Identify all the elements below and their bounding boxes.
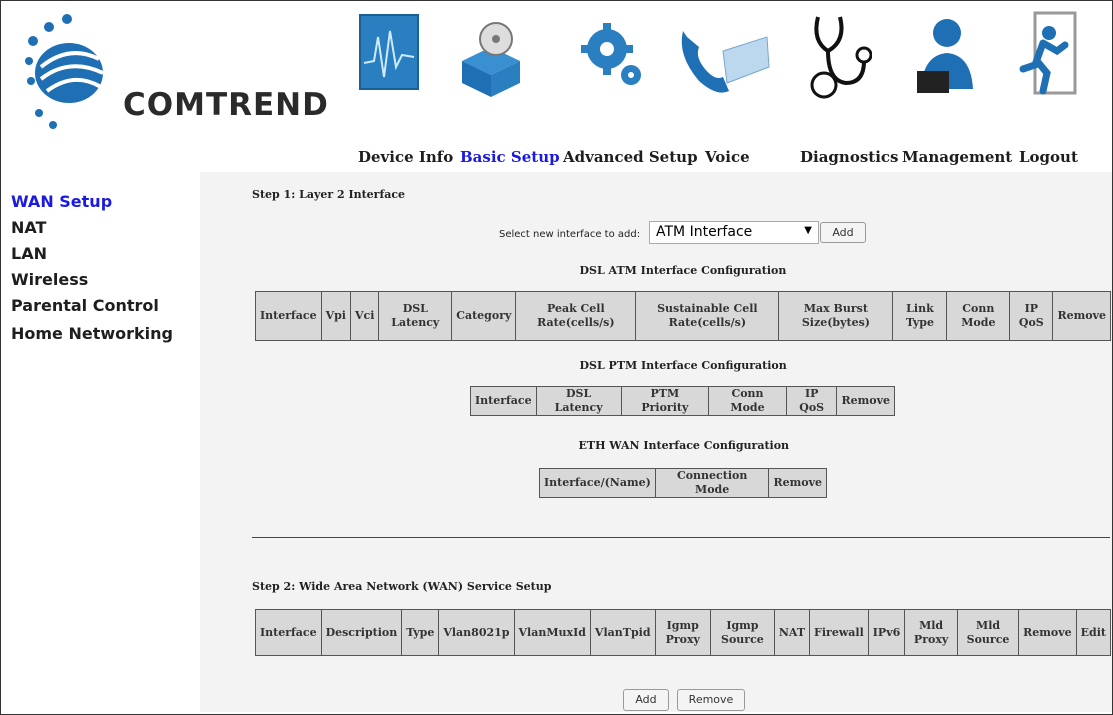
column-header: Firewall <box>809 609 869 656</box>
column-header: Interface <box>470 386 537 416</box>
column-header: DSL Latency <box>535 386 622 416</box>
nav-diagnostics[interactable]: Diagnostics <box>800 148 898 166</box>
column-header: IP QoS <box>1009 291 1054 341</box>
column-header: Vlan8021p <box>438 609 515 656</box>
management-icon[interactable] <box>913 11 979 119</box>
nav-basic-setup[interactable]: Basic Setup <box>460 148 560 166</box>
column-header: Interface <box>255 609 322 656</box>
column-header: Category <box>451 291 517 341</box>
table-header-row: Interface Vpi Vci DSL Latency Category Peak C… <box>255 291 1111 341</box>
column-header: VlanTpid <box>589 609 656 656</box>
diagnostics-icon[interactable] <box>806 11 872 119</box>
nav-voice[interactable]: Voice <box>705 148 750 166</box>
column-header: NAT <box>773 609 811 656</box>
column-header: Connection Mode <box>654 468 770 498</box>
sidebar: WAN Setup NAT LAN Wireless Parental Cont… <box>1 172 191 712</box>
nav-logout[interactable]: Logout <box>1019 148 1078 166</box>
comtrend-logo-icon <box>25 14 104 129</box>
atm-section-title: DSL ATM Interface Configuration <box>579 264 787 277</box>
column-header: Remove <box>1018 609 1077 656</box>
table-header-row: Interface Description Type Vlan8021p VlanMux… <box>255 609 1112 656</box>
column-header: Remove <box>836 386 895 416</box>
column-header: IPv6 <box>867 609 906 656</box>
column-header: Conn Mode <box>708 386 787 416</box>
column-header: Max Burst Size(bytes) <box>778 291 894 341</box>
select-interface-label: Select new interface to add: <box>499 229 641 240</box>
main-content: Step 1: Layer 2 Interface Select new int… <box>200 172 1112 712</box>
logout-icon[interactable] <box>1013 11 1079 119</box>
interface-type-value: ATM Interface <box>656 224 753 240</box>
column-header: PTM Priority <box>620 386 710 416</box>
column-header: Mld Source <box>956 609 1020 656</box>
column-header: Interface/(Name) <box>539 468 656 498</box>
eth-interface-table: Interface/(Name) Connection Mode Remove <box>539 468 827 498</box>
remove-wan-service-button[interactable]: Remove <box>677 689 745 711</box>
table-header-row: Interface DSL Latency PTM Priority Conn Mod… <box>470 386 895 416</box>
column-header: Description <box>320 609 403 656</box>
column-header: Interface <box>255 291 322 341</box>
sidebar-item-wireless[interactable]: Wireless <box>11 270 88 289</box>
sidebar-item-lan[interactable]: LAN <box>11 244 47 263</box>
sidebar-item-nat[interactable]: NAT <box>11 218 46 237</box>
column-header: IP QoS <box>785 386 838 416</box>
column-header: Type <box>401 609 440 656</box>
nav-device-info[interactable]: Device Info <box>358 148 453 166</box>
column-header: Edit <box>1075 609 1112 656</box>
column-header: Igmp Proxy <box>654 609 711 656</box>
device-info-icon[interactable] <box>356 11 422 119</box>
sidebar-item-parental-control[interactable]: Parental Control <box>11 296 159 315</box>
interface-type-select[interactable]: ATM Interface ▼ <box>649 221 819 244</box>
main-nav: Device Info Basic Setup Advanced Setup V… <box>1 148 1112 168</box>
ptm-interface-table: Interface DSL Latency PTM Priority Conn Mod… <box>470 386 895 416</box>
wan-service-table: Interface Description Type Vlan8021p VlanMux… <box>255 609 1112 656</box>
column-header: Peak Cell Rate(cells/s) <box>515 291 637 341</box>
header: COMTREND Device Info Basic Setup Advance… <box>1 1 1112 169</box>
basic-setup-icon[interactable] <box>458 11 524 119</box>
column-header: Link Type <box>892 291 948 341</box>
column-header: Sustainable Cell Rate(cells/s) <box>635 291 780 341</box>
brand-logo: COMTREND <box>19 9 328 144</box>
table-header-row: Interface/(Name) Connection Mode Remove <box>539 468 827 498</box>
advanced-setup-icon[interactable] <box>579 11 645 119</box>
add-wan-service-button[interactable]: Add <box>623 689 669 711</box>
column-header: DSL Latency <box>378 291 453 341</box>
add-interface-button[interactable]: Add <box>820 222 866 243</box>
sidebar-item-wan-setup[interactable]: WAN Setup <box>11 192 112 211</box>
column-header: VlanMuxId <box>513 609 591 656</box>
atm-interface-table: Interface Vpi Vci DSL Latency Category Peak C… <box>255 291 1111 341</box>
brand-name: COMTREND <box>123 87 329 123</box>
column-header: Vpi <box>320 291 351 341</box>
column-header: Remove <box>1052 291 1111 341</box>
ptm-section-title: DSL PTM Interface Configuration <box>579 359 787 372</box>
section-divider <box>252 537 1110 538</box>
nav-advanced-setup[interactable]: Advanced Setup <box>563 148 698 166</box>
step1-title: Step 1: Layer 2 Interface <box>252 188 406 201</box>
column-header: Mld Proxy <box>904 609 958 656</box>
column-header: Remove <box>768 468 827 498</box>
column-header: Vci <box>349 291 380 341</box>
column-header: Igmp Source <box>709 609 775 656</box>
sidebar-item-home-networking[interactable]: Home Networking <box>11 324 173 343</box>
voice-icon[interactable] <box>673 11 773 119</box>
eth-section-title: ETH WAN Interface Configuration <box>578 439 790 452</box>
chevron-down-icon: ▼ <box>804 225 812 236</box>
column-header: Conn Mode <box>946 291 1011 341</box>
step2-title: Step 2: Wide Area Network (WAN) Service … <box>252 580 552 593</box>
nav-management[interactable]: Management <box>902 148 1012 166</box>
